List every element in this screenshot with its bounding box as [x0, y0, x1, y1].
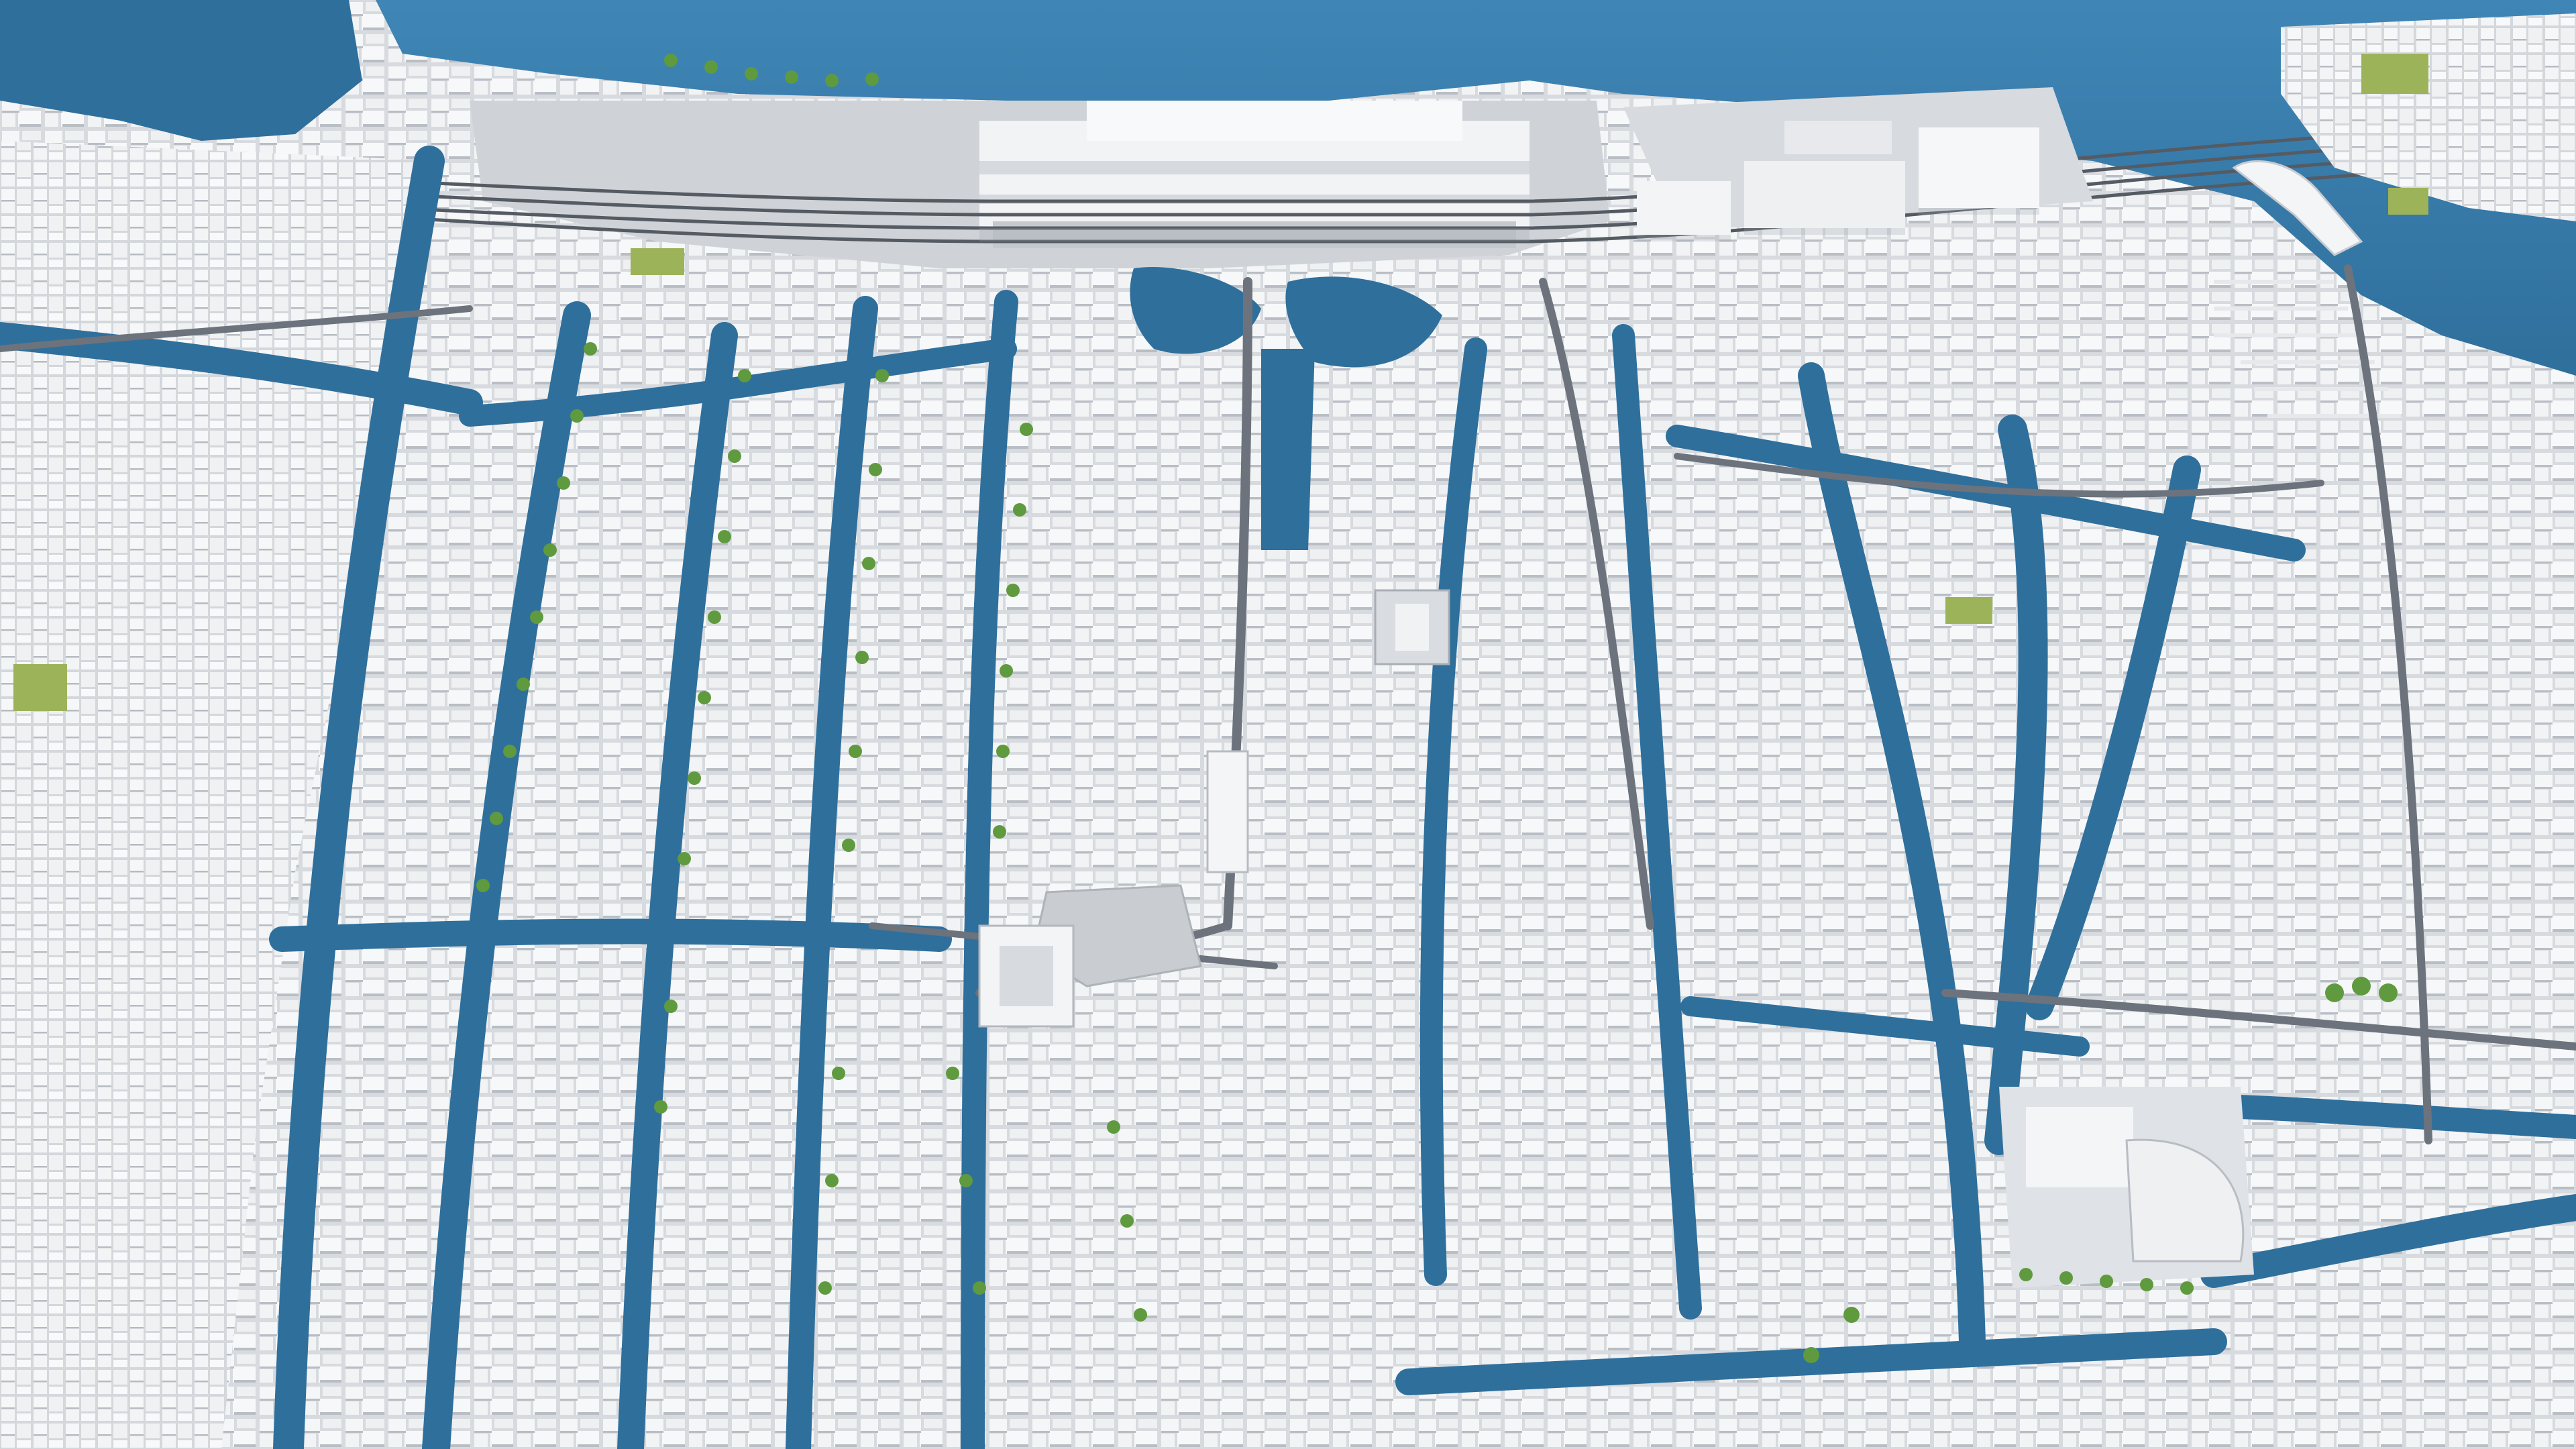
damrak-water [1261, 349, 1315, 550]
theater-complex [1999, 1087, 2254, 1288]
palace [978, 924, 1075, 1028]
new-church [1206, 750, 1249, 873]
central-station [979, 101, 1529, 248]
city-3d-map [0, 0, 2576, 1449]
church [1374, 589, 1450, 665]
